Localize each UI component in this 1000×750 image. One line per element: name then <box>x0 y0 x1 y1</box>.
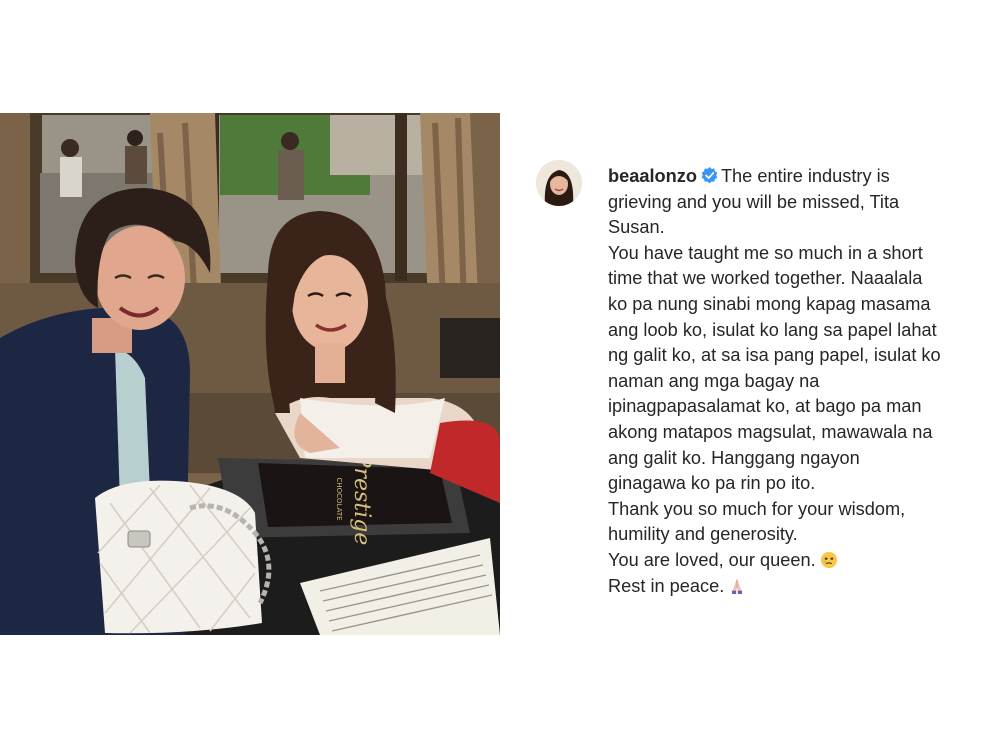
praying-hands-icon <box>732 578 743 594</box>
caption-line: ginagawa ko pa rin po ito. <box>608 473 816 494</box>
caption-text: beaalonzo The entire industry is grieving… <box>608 164 976 599</box>
verified-badge-icon <box>701 167 718 184</box>
caption-line: ng galit ko, at sa isa pang papel, isula… <box>608 345 941 366</box>
caption-line: You have taught me so much in a short <box>608 242 923 263</box>
caption-line: You are loved, our queen. <box>608 549 816 570</box>
post-photo[interactable]: Prestige CHOCOLATE <box>0 113 500 635</box>
username-link[interactable]: beaalonzo <box>608 166 697 186</box>
caption-line: akong matapos magsulat, mawawala na <box>608 421 933 442</box>
caption-line-with-emoji: Rest in peace. <box>608 574 976 600</box>
caption-line: time that we worked together. Naaalala <box>608 268 923 289</box>
caption-line: ko pa nung sinabi mong kapag masama <box>608 293 931 314</box>
caption-line: naman ang mga bagay na <box>608 370 820 391</box>
caption-line: grieving and you will be missed, Tita <box>608 191 900 212</box>
caption-line: Thank you so much for your wisdom, <box>608 498 906 519</box>
caption-line-with-emoji: You are loved, our queen. <box>608 548 976 574</box>
menu-brand-subtext: CHOCOLATE <box>335 477 343 520</box>
crying-face-icon <box>820 551 837 569</box>
caption-line: Susan. <box>608 217 665 238</box>
caption-line: Rest in peace. <box>608 575 725 596</box>
menu-brand-text: Prestige <box>349 452 374 546</box>
user-avatar[interactable] <box>536 160 582 206</box>
caption-line: The entire industry is <box>720 166 890 186</box>
post-photo-illustration: Prestige CHOCOLATE <box>0 113 500 635</box>
caption-line: ang loob ko, isulat ko lang sa papel lah… <box>608 319 937 340</box>
avatar-image <box>536 160 582 206</box>
caption-line: humility and generosity. <box>608 524 798 545</box>
caption-line: ang galit ko. Hanggang ngayon <box>608 447 860 468</box>
caption-first-line: beaalonzo The entire industry is <box>608 164 976 190</box>
caption-line: ipinagpapasalamat ko, at bago pa man <box>608 396 922 417</box>
